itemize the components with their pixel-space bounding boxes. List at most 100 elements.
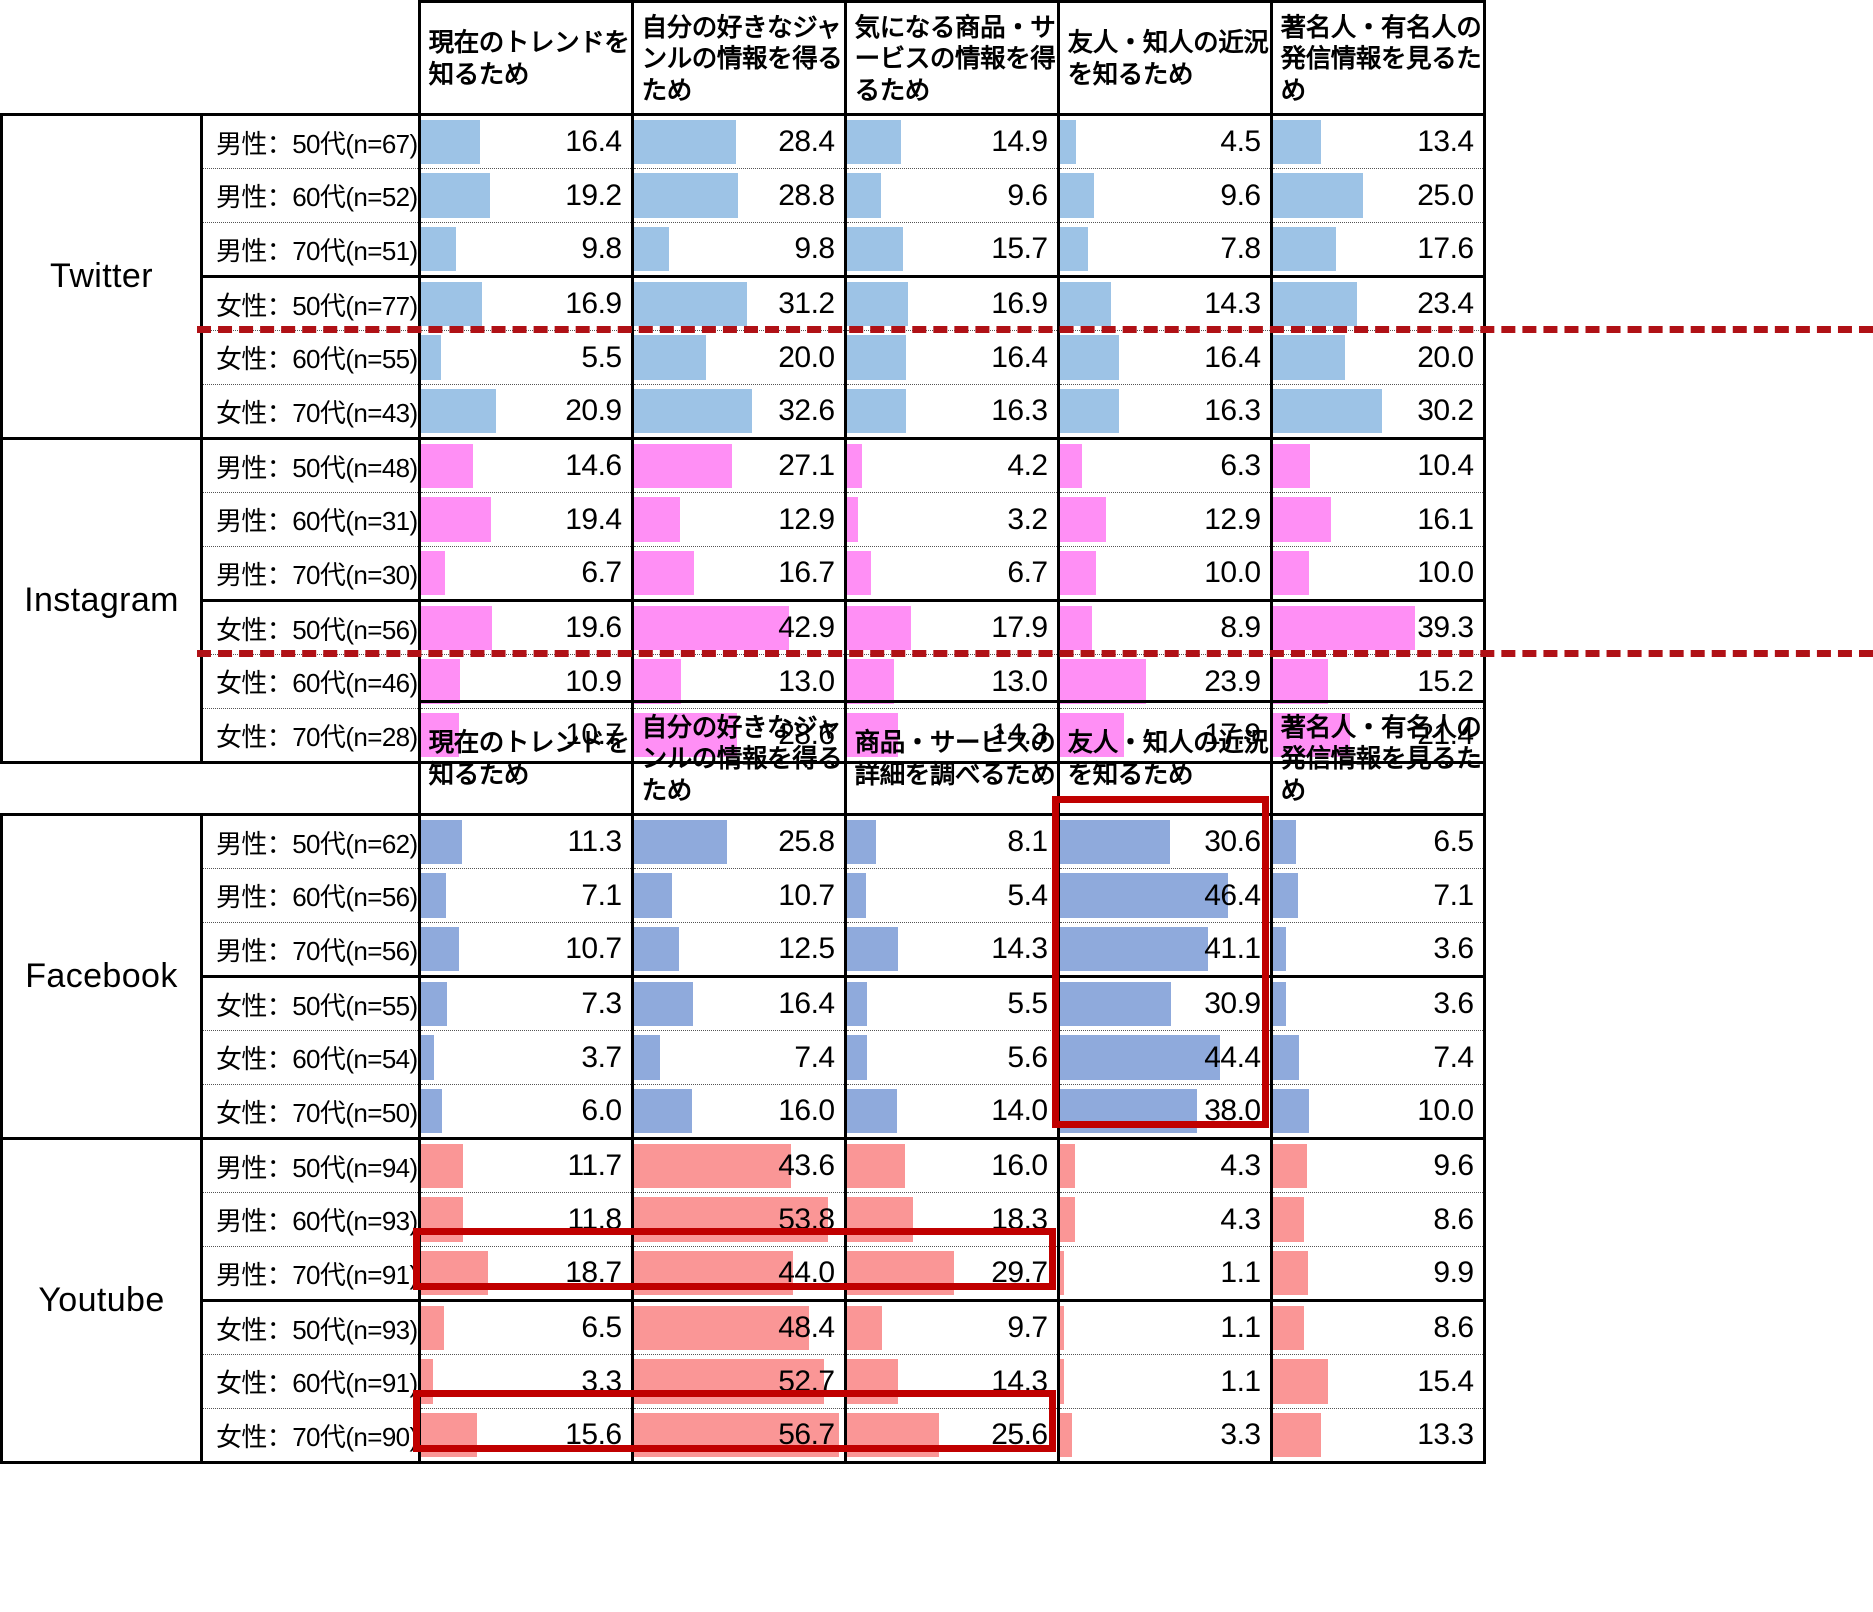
value-label: 19.4 — [565, 502, 622, 536]
value-label: 41.1 — [1204, 932, 1261, 965]
value-bar — [1274, 606, 1415, 650]
data-cell: 42.9 — [630, 599, 847, 655]
value-label: 17.9 — [991, 611, 1048, 644]
data-cell: 7.1 — [1269, 868, 1486, 923]
data-cell: 6.3 — [1056, 437, 1273, 493]
data-cell: 11.8 — [417, 1192, 634, 1247]
value-label: 6.3 — [1220, 449, 1261, 482]
value-bar — [848, 173, 882, 218]
value-label: 3.7 — [581, 1040, 622, 1074]
value-label: 6.5 — [581, 1311, 622, 1344]
segment-label: 女性：60代(n=54) — [200, 1030, 421, 1085]
value-label: 42.9 — [778, 611, 835, 644]
value-bar — [1274, 335, 1345, 380]
data-cell: 1.1 — [1056, 1246, 1273, 1301]
value-label: 19.2 — [565, 178, 622, 212]
data-cell: 8.9 — [1056, 599, 1273, 655]
value-label: 16.4 — [991, 340, 1048, 374]
data-cell: 29.7 — [843, 1246, 1060, 1301]
value-bar — [848, 444, 862, 488]
data-cell: 14.0 — [843, 1084, 1060, 1140]
value-label: 18.7 — [565, 1256, 622, 1289]
value-bar — [1061, 335, 1119, 380]
value-bar — [422, 873, 447, 918]
value-label: 17.9 — [1204, 718, 1261, 751]
value-label: 16.9 — [991, 287, 1048, 320]
value-label: 5.6 — [1007, 1040, 1048, 1074]
column-header-1: 自分の好きなジャンルの情報を得るため — [630, 0, 847, 116]
data-cell: 30.6 — [1056, 813, 1273, 869]
value-bar — [1061, 120, 1076, 164]
value-bar — [1274, 1197, 1304, 1242]
data-cell: 10.0 — [1269, 546, 1486, 601]
value-label: 21.4 — [1417, 718, 1474, 751]
data-cell: 15.6 — [417, 1408, 634, 1464]
data-cell: 19.4 — [417, 492, 634, 547]
value-label: 15.6 — [565, 1418, 622, 1451]
segment-label: 男性：70代(n=30) — [200, 546, 421, 601]
value-label: 6.7 — [1007, 556, 1048, 589]
value-label: 16.0 — [778, 1094, 835, 1127]
value-label: 11.8 — [567, 1202, 622, 1236]
value-bar — [422, 173, 491, 218]
data-cell: 16.9 — [843, 275, 1060, 331]
value-bar — [422, 1035, 434, 1080]
data-cell: 52.7 — [630, 1354, 847, 1409]
value-label: 10.9 — [565, 664, 622, 698]
segment-label: 男性：50代(n=67) — [200, 113, 421, 169]
value-bar — [635, 444, 732, 488]
data-cell: 32.6 — [630, 384, 847, 440]
value-bar — [1061, 1359, 1064, 1404]
data-table: 現在のトレンドを知るため 自分の好きなジャンルの情報を得るため 気になる商品・サービ… — [0, 0, 1486, 764]
value-bar — [1061, 444, 1083, 488]
value-label: 14.3 — [991, 718, 1048, 751]
data-cell: 41.1 — [1056, 922, 1273, 977]
data-cell: 16.3 — [843, 384, 1060, 440]
value-bar — [848, 551, 871, 595]
table-row: 女性：50代(n=77) 16.9 31.2 16.9 14.3 23.4 — [2, 275, 1486, 331]
value-bar — [422, 1197, 464, 1242]
data-cell: 6.7 — [417, 546, 634, 601]
value-label: 3.3 — [581, 1364, 622, 1398]
value-label: 4.3 — [1220, 1202, 1261, 1236]
value-label: 53.8 — [778, 1202, 835, 1236]
table-row: 女性：70代(n=43) 20.9 32.6 16.3 16.3 30.2 — [2, 384, 1486, 440]
value-label: 9.6 — [1220, 178, 1261, 212]
data-cell: 10.0 — [1269, 1084, 1486, 1140]
value-label: 12.9 — [778, 502, 835, 536]
value-label: 25.8 — [778, 825, 835, 858]
value-label: 7.4 — [794, 1040, 835, 1074]
data-cell: 6.7 — [843, 546, 1060, 601]
data-cell: 7.1 — [417, 868, 634, 923]
data-cell: 28.4 — [630, 113, 847, 169]
data-cell: 19.6 — [417, 599, 634, 655]
value-bar — [635, 927, 679, 971]
value-bar — [1274, 1035, 1300, 1080]
value-bar — [1061, 551, 1096, 595]
data-cell: 16.4 — [630, 975, 847, 1031]
data-cell: 8.1 — [843, 813, 1060, 869]
value-label: 16.7 — [778, 556, 835, 589]
data-cell: 16.0 — [630, 1084, 847, 1140]
data-cell: 11.3 — [417, 813, 634, 869]
data-table: 現在のトレンドを知るため 自分の好きなジャンルの情報を得るため 商品・サービスの詳細… — [0, 700, 1486, 1464]
data-cell: 17.6 — [1269, 222, 1486, 277]
chart-table-facebook-youtube: 現在のトレンドを知るため 自分の好きなジャンルの情報を得るため 商品・サービスの詳細… — [0, 700, 1486, 1464]
value-label: 28.4 — [778, 125, 835, 158]
data-cell: 10.4 — [1269, 437, 1486, 493]
value-bar — [848, 927, 899, 971]
value-label: 10.0 — [1417, 556, 1474, 589]
data-cell: 17.9 — [843, 599, 1060, 655]
data-cell: 16.4 — [843, 330, 1060, 385]
platform-label-facebook: Facebook — [0, 813, 203, 1140]
data-cell: 4.5 — [1056, 113, 1273, 169]
value-label: 25.6 — [991, 1418, 1048, 1451]
value-bar — [1061, 982, 1172, 1026]
value-label: 3.6 — [1433, 932, 1474, 965]
value-label: 23.9 — [1204, 664, 1261, 698]
value-bar — [422, 606, 492, 650]
value-bar — [422, 282, 482, 326]
data-cell: 5.5 — [417, 330, 634, 385]
value-bar — [1274, 1306, 1304, 1350]
value-bar — [635, 1089, 692, 1133]
